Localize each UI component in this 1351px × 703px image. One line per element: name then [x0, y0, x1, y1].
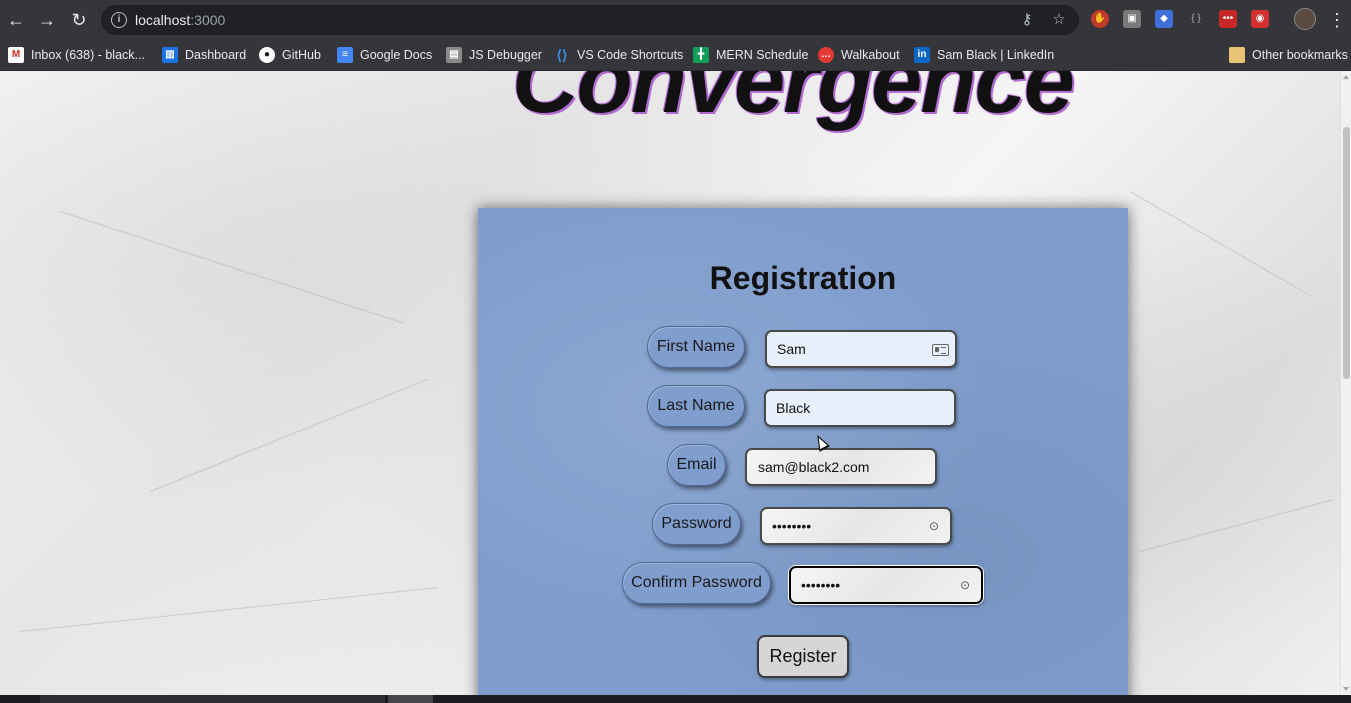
contact-card-icon[interactable]: [932, 344, 949, 356]
paper-crease: [1139, 499, 1334, 552]
site-logo: Convergence: [512, 71, 1075, 132]
bookmark-item[interactable]: in Sam Black | LinkedIn: [914, 44, 1054, 66]
bookmark-label: JS Debugger: [469, 48, 542, 62]
taskbar-segment: [40, 695, 385, 703]
register-button[interactable]: Register: [757, 635, 849, 678]
bookmark-item[interactable]: ▤ JS Debugger: [446, 44, 542, 66]
forward-arrow-icon[interactable]: →: [35, 8, 59, 32]
json-extension-icon[interactable]: { }: [1187, 10, 1205, 28]
docs-icon: ≡: [337, 47, 353, 63]
dots-extension-icon[interactable]: •••: [1219, 10, 1237, 28]
scroll-up-arrow-icon[interactable]: [1343, 75, 1349, 79]
paper-crease: [59, 211, 403, 324]
scroll-down-arrow-icon[interactable]: [1343, 687, 1349, 691]
first-name-value: Sam: [777, 341, 806, 357]
email-value: sam@black2.com: [758, 459, 870, 475]
back-arrow-icon[interactable]: ←: [4, 8, 28, 32]
bookmark-item[interactable]: ╋ MERN Schedule: [693, 44, 808, 66]
site-info-icon[interactable]: i: [111, 12, 127, 28]
github-icon: ●: [259, 47, 275, 63]
paper-crease: [1129, 191, 1313, 297]
first-name-field[interactable]: Sam: [765, 330, 957, 368]
confirm-password-value: ••••••••: [801, 577, 841, 593]
email-field[interactable]: sam@black2.com: [745, 448, 937, 486]
bookmark-item[interactable]: M Inbox (638) - black...: [8, 44, 145, 66]
menu-kebab-icon[interactable]: ⋮: [1328, 8, 1346, 32]
bookmark-label: MERN Schedule: [716, 48, 809, 62]
address-bar[interactable]: i localhost:3000 ⚷ ☆: [101, 5, 1079, 35]
bookmark-label: Dashboard: [185, 48, 247, 62]
chat-icon: …: [818, 47, 834, 63]
star-icon[interactable]: ☆: [1049, 10, 1069, 30]
bookmark-label: VS Code Shortcuts: [577, 48, 684, 62]
bookmark-label: Walkabout: [841, 48, 900, 62]
taskbar: [0, 695, 1351, 703]
password-field[interactable]: •••••••• ⊙: [760, 507, 952, 545]
bookmark-label: GitHub: [282, 48, 321, 62]
password-key-icon[interactable]: ⊙: [926, 519, 942, 533]
address-url[interactable]: localhost:3000: [135, 12, 225, 28]
bookmark-item[interactable]: ● GitHub: [259, 44, 321, 66]
colorful-extension-icon[interactable]: ◆: [1155, 10, 1173, 28]
bookmark-label: Inbox (638) - black...: [31, 48, 145, 62]
red-extension-icon[interactable]: ◉: [1251, 10, 1269, 28]
other-bookmarks-label: Other bookmarks: [1252, 48, 1348, 62]
extension-icon[interactable]: ▣: [1123, 10, 1141, 28]
trello-icon: ▥: [162, 47, 178, 63]
reload-icon[interactable]: ↻: [67, 8, 91, 32]
last-name-field[interactable]: Black: [764, 389, 956, 427]
password-label: Password: [652, 503, 741, 545]
other-bookmarks[interactable]: ■ Other bookmarks: [1229, 44, 1348, 66]
page-title: Registration: [709, 260, 897, 296]
registration-card: Registration First Name Sam Last Name Bl…: [478, 208, 1128, 695]
taskbar-segment: [388, 695, 433, 703]
debugger-icon: ▤: [446, 47, 462, 63]
scrollbar-thumb[interactable]: [1343, 127, 1350, 379]
folder-icon: ■: [1229, 47, 1245, 63]
bookmark-item[interactable]: ⟨⟩ VS Code Shortcuts: [554, 44, 684, 66]
last-name-label: Last Name: [647, 385, 745, 427]
password-value: ••••••••: [772, 518, 812, 534]
gmail-icon: M: [8, 47, 24, 63]
confirm-password-field[interactable]: •••••••• ⊙: [789, 566, 983, 604]
adblock-extension-icon[interactable]: ✋: [1091, 10, 1109, 28]
bookmark-label: Sam Black | LinkedIn: [937, 48, 1055, 62]
bookmark-item[interactable]: ≡ Google Docs: [337, 44, 432, 66]
bookmark-item[interactable]: … Walkabout: [818, 44, 900, 66]
linkedin-icon: in: [914, 47, 930, 63]
browser-toolbar: ← → ↻ i localhost:3000 ⚷ ☆ ✋ ▣ ◆ { } •••…: [0, 0, 1351, 40]
paper-crease: [19, 587, 438, 632]
last-name-value: Black: [776, 400, 811, 416]
confirm-password-label: Confirm Password: [622, 562, 771, 604]
bookmarks-bar: M Inbox (638) - black... ▥ Dashboard ● G…: [0, 40, 1351, 71]
paper-crease: [149, 378, 429, 492]
email-label: Email: [667, 444, 726, 486]
password-key-icon[interactable]: ⊙: [957, 578, 973, 592]
bookmark-item[interactable]: ▥ Dashboard: [162, 44, 246, 66]
page-viewport: Convergence Registration First Name Sam …: [0, 71, 1340, 695]
first-name-label: First Name: [647, 326, 745, 368]
key-icon[interactable]: ⚷: [1017, 10, 1037, 30]
vertical-scrollbar[interactable]: [1340, 71, 1351, 695]
vscode-icon: ⟨⟩: [556, 47, 568, 63]
profile-avatar[interactable]: [1294, 8, 1316, 30]
sheet-icon: ╋: [693, 47, 709, 63]
bookmark-label: Google Docs: [360, 48, 433, 62]
